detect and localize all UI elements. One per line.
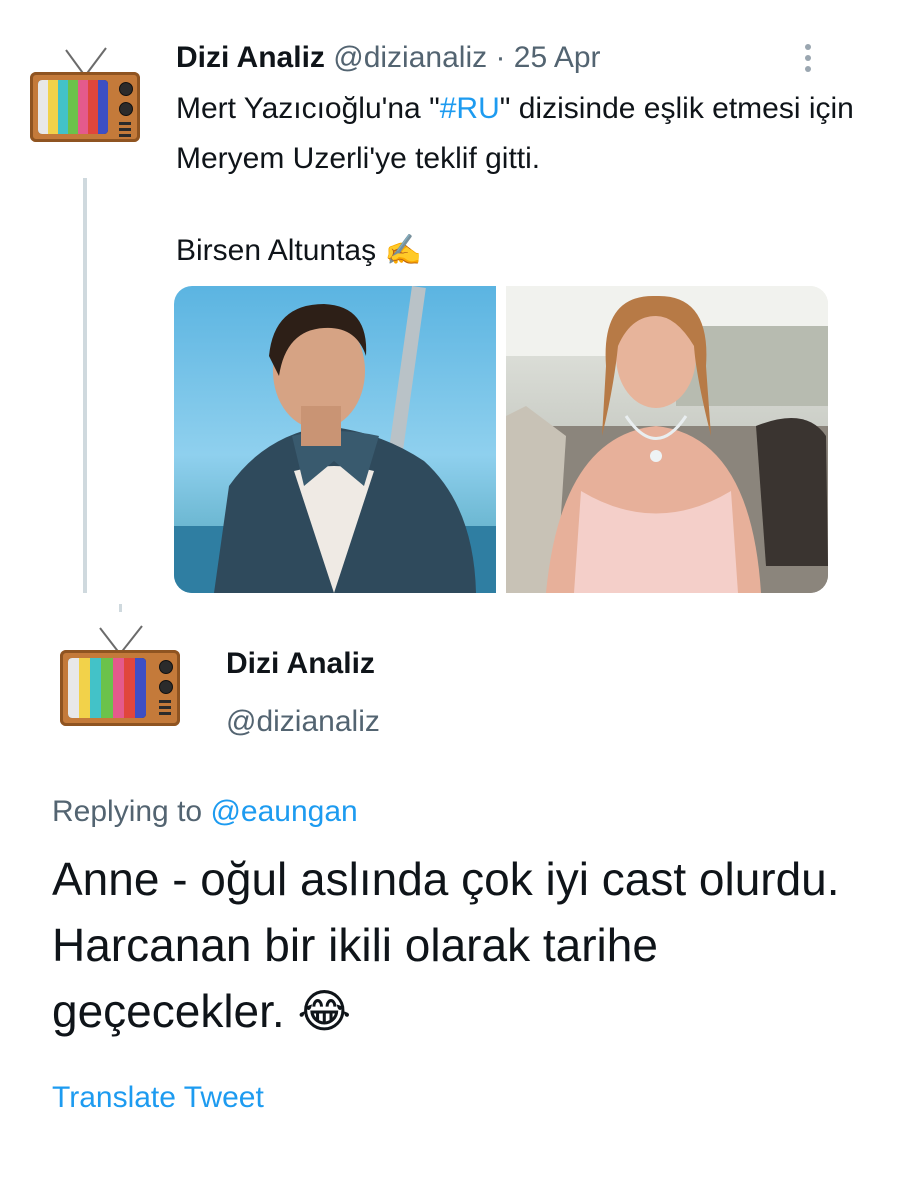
replying-prefix: Replying to — [52, 795, 203, 828]
hashtag-link[interactable]: #RU — [440, 92, 500, 125]
woman-portrait-photo[interactable] — [506, 286, 828, 593]
tweet-body: Anne - oğul aslında çok iyi cast olurdu.… — [52, 853, 840, 1037]
translate-tweet-link[interactable]: Translate Tweet — [52, 1078, 264, 1118]
avatar[interactable] — [60, 622, 180, 730]
thread-line — [83, 178, 87, 593]
author-name: Birsen Altuntaş — [176, 234, 377, 267]
handle[interactable]: @dizianaliz — [333, 41, 487, 74]
man-portrait-photo[interactable] — [174, 286, 496, 593]
writing-hand-icon: ✍️ — [384, 234, 422, 267]
tv-screen-icon — [38, 80, 108, 134]
author-line: Birsen Altuntaş ✍️ — [176, 226, 422, 276]
display-name[interactable]: Dizi Analiz — [226, 644, 375, 684]
more-options-icon[interactable] — [798, 38, 818, 78]
avatar[interactable] — [30, 44, 140, 144]
handle[interactable]: @dizianaliz — [226, 702, 380, 742]
tweet-text: Mert Yazıcıoğlu'na "#RU" dizisinde eşlik… — [176, 92, 854, 175]
tweet-media[interactable] — [174, 286, 828, 593]
display-name[interactable]: Dizi Analiz — [176, 41, 325, 74]
laughing-emoji-icon: 😂 — [297, 985, 352, 1037]
tweet-text: Anne - oğul aslında çok iyi cast olurdu.… — [52, 846, 882, 1044]
separator: · — [495, 41, 506, 74]
mention-link[interactable]: @eaungan — [210, 795, 357, 828]
tv-screen-icon — [68, 658, 146, 718]
thread-connector — [119, 604, 122, 612]
replying-to: Replying to @eaungan — [52, 792, 358, 832]
tweet-date[interactable]: 25 Apr — [514, 41, 601, 74]
tweet-header: Dizi Analiz @dizianaliz · 25 Apr — [176, 38, 601, 78]
